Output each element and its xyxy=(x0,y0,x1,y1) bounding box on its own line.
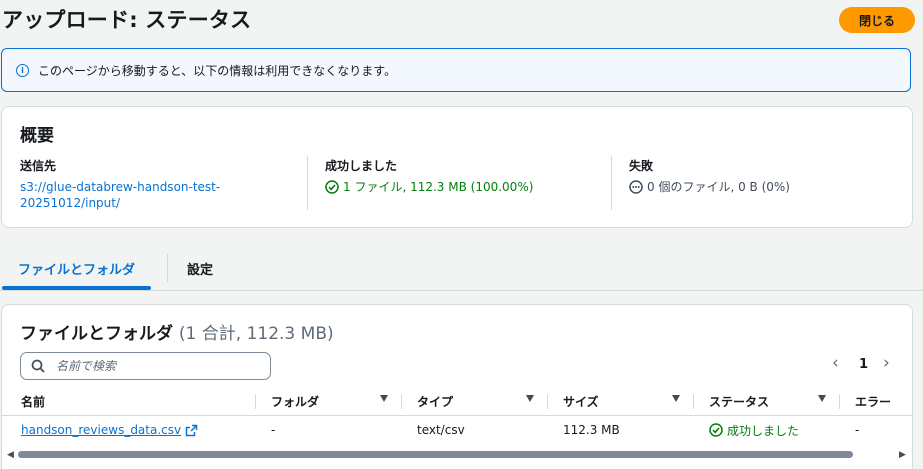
summary-divider xyxy=(611,156,612,210)
tab-files-and-folders[interactable]: ファイルとフォルダ xyxy=(2,248,152,290)
files-panel: ファイルとフォルダ (1 合計, 112.3 MB) ‹ 1 › 名前 フォルダ… xyxy=(1,304,913,469)
column-separator xyxy=(839,394,840,409)
column-header-name[interactable]: 名前 xyxy=(21,387,45,415)
summary-divider xyxy=(307,156,308,210)
pagination-prev-button[interactable]: ‹ xyxy=(832,353,839,373)
pagination-next-button[interactable]: › xyxy=(883,353,890,373)
file-name[interactable]: handson_reviews_data.csv xyxy=(21,423,181,437)
horizontal-scrollbar[interactable] xyxy=(18,451,853,458)
column-separator xyxy=(255,394,256,409)
file-name-link[interactable]: handson_reviews_data.csv xyxy=(21,416,198,444)
cell-status: 成功しました xyxy=(709,416,799,444)
tab-bar: ファイルとフォルダ 設定 xyxy=(0,248,923,291)
sort-down-icon[interactable] xyxy=(526,395,534,402)
ellipsis-circle-icon xyxy=(629,180,643,194)
table-header: 名前 フォルダ タイプ サイズ ステータス エラー xyxy=(2,387,912,416)
sort-down-icon[interactable] xyxy=(380,395,388,402)
search-input[interactable] xyxy=(54,358,248,374)
failed-label: 失敗 xyxy=(629,159,654,173)
pagination-page-1[interactable]: 1 xyxy=(859,357,868,372)
destination-link[interactable]: s3://glue-databrew-handson-test- 2025101… xyxy=(20,179,220,211)
info-icon: i xyxy=(16,63,29,77)
cell-folder: - xyxy=(271,423,276,437)
cell-error: - xyxy=(855,423,860,437)
cell-size: 112.3 MB xyxy=(563,423,620,437)
succeeded-label: 成功しました xyxy=(325,159,398,173)
search-field[interactable] xyxy=(20,352,271,380)
column-separator xyxy=(401,394,402,409)
check-circle-icon xyxy=(709,423,723,437)
tab-settings[interactable]: 設定 xyxy=(187,248,213,288)
tab-separator xyxy=(167,254,168,282)
sort-down-icon[interactable] xyxy=(818,395,826,402)
destination-section: 送信先 s3://glue-databrew-handson-test- 202… xyxy=(20,157,220,211)
column-header-folder[interactable]: フォルダ xyxy=(271,387,319,415)
column-header-size[interactable]: サイズ xyxy=(563,387,599,415)
succeeded-section: 成功しました 1 ファイル, 112.3 MB (100.00%) xyxy=(325,157,533,195)
column-header-type[interactable]: タイプ xyxy=(417,387,453,415)
destination-label: 送信先 xyxy=(20,159,57,173)
close-button[interactable]: 閉じる xyxy=(839,7,915,33)
failed-section: 失敗 0 個のファイル, 0 B (0%) xyxy=(629,157,790,195)
info-alert: i このページから移動すると、以下の情報は利用できなくなります。 xyxy=(1,48,911,92)
column-separator xyxy=(693,394,694,409)
column-separator xyxy=(547,394,548,409)
files-count: (1 合計, 112.3 MB) xyxy=(178,324,334,344)
summary-panel: 概要 送信先 s3://glue-databrew-handson-test- … xyxy=(1,106,913,228)
column-header-status[interactable]: ステータス xyxy=(709,387,769,415)
failed-value: 0 個のファイル, 0 B (0%) xyxy=(647,180,790,194)
files-title-text: ファイルとフォルダ xyxy=(20,324,173,344)
succeeded-value: 1 ファイル, 112.3 MB (100.00%) xyxy=(343,180,534,194)
destination-link-line2[interactable]: 20251012/input/ xyxy=(20,195,220,211)
alert-text: このページから移動すると、以下の情報は利用できなくなります。 xyxy=(38,63,397,78)
summary-title: 概要 xyxy=(20,126,54,146)
status-text: 成功しました xyxy=(727,423,800,438)
sort-down-icon[interactable] xyxy=(672,395,680,402)
cell-type: text/csv xyxy=(417,423,465,437)
external-link-icon[interactable] xyxy=(185,424,198,437)
search-icon xyxy=(31,359,45,373)
scroll-left-icon[interactable]: ◀ xyxy=(7,450,14,460)
files-title: ファイルとフォルダ (1 合計, 112.3 MB) xyxy=(20,319,334,344)
table-row: handson_reviews_data.csv - text/csv 112.… xyxy=(2,416,912,448)
page-title: アップロード: ステータス xyxy=(2,8,252,32)
scroll-right-icon[interactable]: ▶ xyxy=(899,450,906,460)
check-circle-icon xyxy=(325,180,339,194)
column-header-error[interactable]: エラー xyxy=(855,387,891,415)
destination-link-line1[interactable]: s3://glue-databrew-handson-test- xyxy=(20,179,220,195)
